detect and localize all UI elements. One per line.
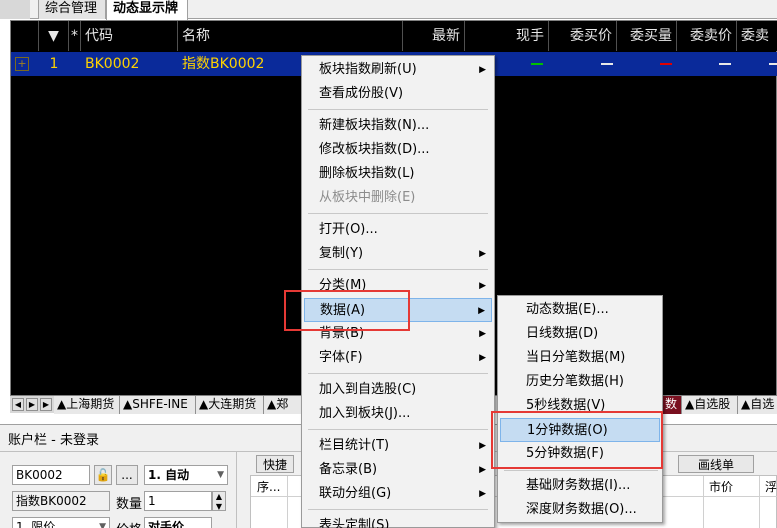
col-float: 浮 (765, 480, 777, 494)
price-input[interactable]: 对手价 (144, 517, 212, 528)
submenu-item-history-ticks[interactable]: 历史分笔数据(H) (500, 370, 660, 394)
menu-separator (308, 213, 488, 214)
menu-separator (308, 429, 488, 430)
tab-shanghai-futures[interactable]: ▲上海期货 (54, 396, 120, 414)
row-code: BK0002 (85, 56, 140, 72)
menu-separator (308, 373, 488, 374)
current-hand-dash (531, 63, 543, 65)
menu-separator (308, 269, 488, 270)
stepper-arrows-icon[interactable]: ▲ ▼ (212, 491, 226, 511)
tab-zhengzhou[interactable]: ▲郑 (264, 396, 304, 414)
menu-item-copy[interactable]: 复制(Y) ▶ (304, 242, 492, 266)
mode-select[interactable]: 1. 自动 ▼ (144, 465, 228, 485)
menu-item-remove-from-sector: 从板块中删除(E) (319, 190, 416, 205)
col-divider (287, 476, 288, 528)
menu-item-link-group[interactable]: 联动分组(G) ▶ (304, 482, 492, 506)
expand-icon[interactable]: + (15, 57, 29, 71)
tab-next-icon[interactable]: ▶ (26, 398, 38, 411)
col-market-price: 市价 (709, 480, 734, 494)
menu-item-add-to-watchlist[interactable]: 加入到自选股(C) (304, 378, 492, 402)
tab-shfe-ine[interactable]: ▲SHFE-INE (120, 396, 196, 414)
chevron-down-icon: ▼ (217, 470, 224, 480)
menu-item-refresh-index[interactable]: 板块指数刷新(U) ▶ (304, 58, 492, 82)
quick-button[interactable]: 快捷 (256, 455, 294, 473)
account-title: 账户栏 - 未登录 (8, 433, 99, 448)
price-label: 价格 (116, 519, 142, 528)
bid-price-dash (601, 63, 613, 65)
tab-strip-edge (0, 0, 30, 19)
name-field: 指数BK0002 (12, 491, 110, 511)
draw-line-order-button[interactable]: 画线单 (678, 455, 754, 473)
data-submenu: 动态数据(E)... 日线数据(D) 当日分笔数据(M) 历史分笔数据(H) 5… (497, 295, 663, 523)
submenu-item-deep-financial[interactable]: 深度财务数据(O)... (500, 498, 660, 522)
menu-item-header-customize[interactable]: 表头定制(S) (304, 514, 492, 528)
header-ask-price[interactable]: 委卖价 (677, 21, 737, 51)
menu-separator (504, 470, 658, 471)
lock-icon[interactable]: 🔓 (94, 465, 112, 485)
menu-item-view-constituents[interactable]: 查看成份股(V) (304, 82, 492, 106)
header-bid-volume[interactable]: 委买量 (617, 21, 677, 51)
header-expand (11, 21, 39, 51)
tab-watchlist[interactable]: ▲自选股 (682, 396, 738, 414)
quantity-label: 数量 (116, 497, 143, 512)
order-type-select[interactable]: 1. 限价 ▼ (12, 517, 110, 528)
header-sort-icon[interactable]: ▼ (39, 21, 69, 51)
tab-data-partial[interactable]: 数 (662, 396, 682, 414)
annotation-box-1min (491, 411, 663, 469)
mode-select-value: 1. 自动 (148, 468, 190, 482)
tab-prev-icon[interactable]: ◀ (12, 398, 24, 411)
ask-price-dash (719, 63, 731, 65)
order-type-value: 1. 限价 (16, 520, 56, 528)
bid-volume-dash (660, 63, 672, 65)
header-code[interactable]: 代码 (81, 21, 178, 51)
menu-separator (308, 509, 488, 510)
menu-item-new-index[interactable]: 新建板块指数(N)... (304, 114, 492, 138)
top-tab-strip: 综合管理 动态显示牌 (0, 0, 777, 20)
col-divider (759, 476, 760, 528)
submenu-item-dynamic-data[interactable]: 动态数据(E)... (500, 298, 660, 322)
tab-watchlist-2[interactable]: ▲自选 (738, 396, 777, 414)
tab-dynamic-board[interactable]: 动态显示牌 (106, 0, 188, 20)
header-current-hand[interactable]: 现手 (465, 21, 549, 51)
header-name[interactable]: 名称 (178, 21, 403, 51)
ask-volume-dash (769, 63, 777, 65)
menu-item-memo[interactable]: 备忘录(B) ▶ (304, 458, 492, 482)
submenu-item-daily-data[interactable]: 日线数据(D) (500, 322, 660, 346)
tab-last-icon[interactable]: ▶ (40, 398, 52, 411)
panel-divider (236, 451, 237, 528)
col-divider (703, 476, 704, 528)
menu-separator (308, 109, 488, 110)
row-name: 指数BK0002 (182, 56, 265, 72)
annotation-box-data (284, 290, 410, 331)
header-star[interactable]: * (69, 21, 81, 51)
submenu-item-basic-financial[interactable]: 基础财务数据(I)... (500, 474, 660, 498)
header-ask-volume[interactable]: 委卖 (737, 21, 777, 51)
code-input[interactable]: BK0002 (12, 465, 90, 485)
submenu-item-intraday-ticks[interactable]: 当日分笔数据(M) (500, 346, 660, 370)
header-bid-price[interactable]: 委买价 (549, 21, 617, 51)
chevron-down-icon: ▼ (99, 522, 106, 528)
menu-item-add-to-sector[interactable]: 加入到板块(J)... (304, 402, 492, 426)
quantity-stepper[interactable]: 1 (144, 491, 212, 511)
menu-item-open[interactable]: 打开(O)... (304, 218, 492, 242)
row-index: 1 (49, 56, 59, 72)
header-latest[interactable]: 最新 (403, 21, 465, 51)
menu-item-column-stats[interactable]: 栏目统计(T) ▶ (304, 434, 492, 458)
menu-item-delete-index[interactable]: 删除板块指数(L) (304, 162, 492, 186)
col-seq: 序... (257, 480, 281, 494)
menu-item-font[interactable]: 字体(F) ▶ (304, 346, 492, 370)
browse-button[interactable]: ... (116, 465, 138, 485)
tab-dalian-futures[interactable]: ▲大连期货 (196, 396, 264, 414)
menu-item-edit-index[interactable]: 修改板块指数(D)... (304, 138, 492, 162)
tab-comprehensive-management[interactable]: 综合管理 (38, 0, 106, 19)
grid-header: ▼ * 代码 名称 最新 现手 委买价 委买量 委卖价 委卖 (11, 21, 777, 51)
